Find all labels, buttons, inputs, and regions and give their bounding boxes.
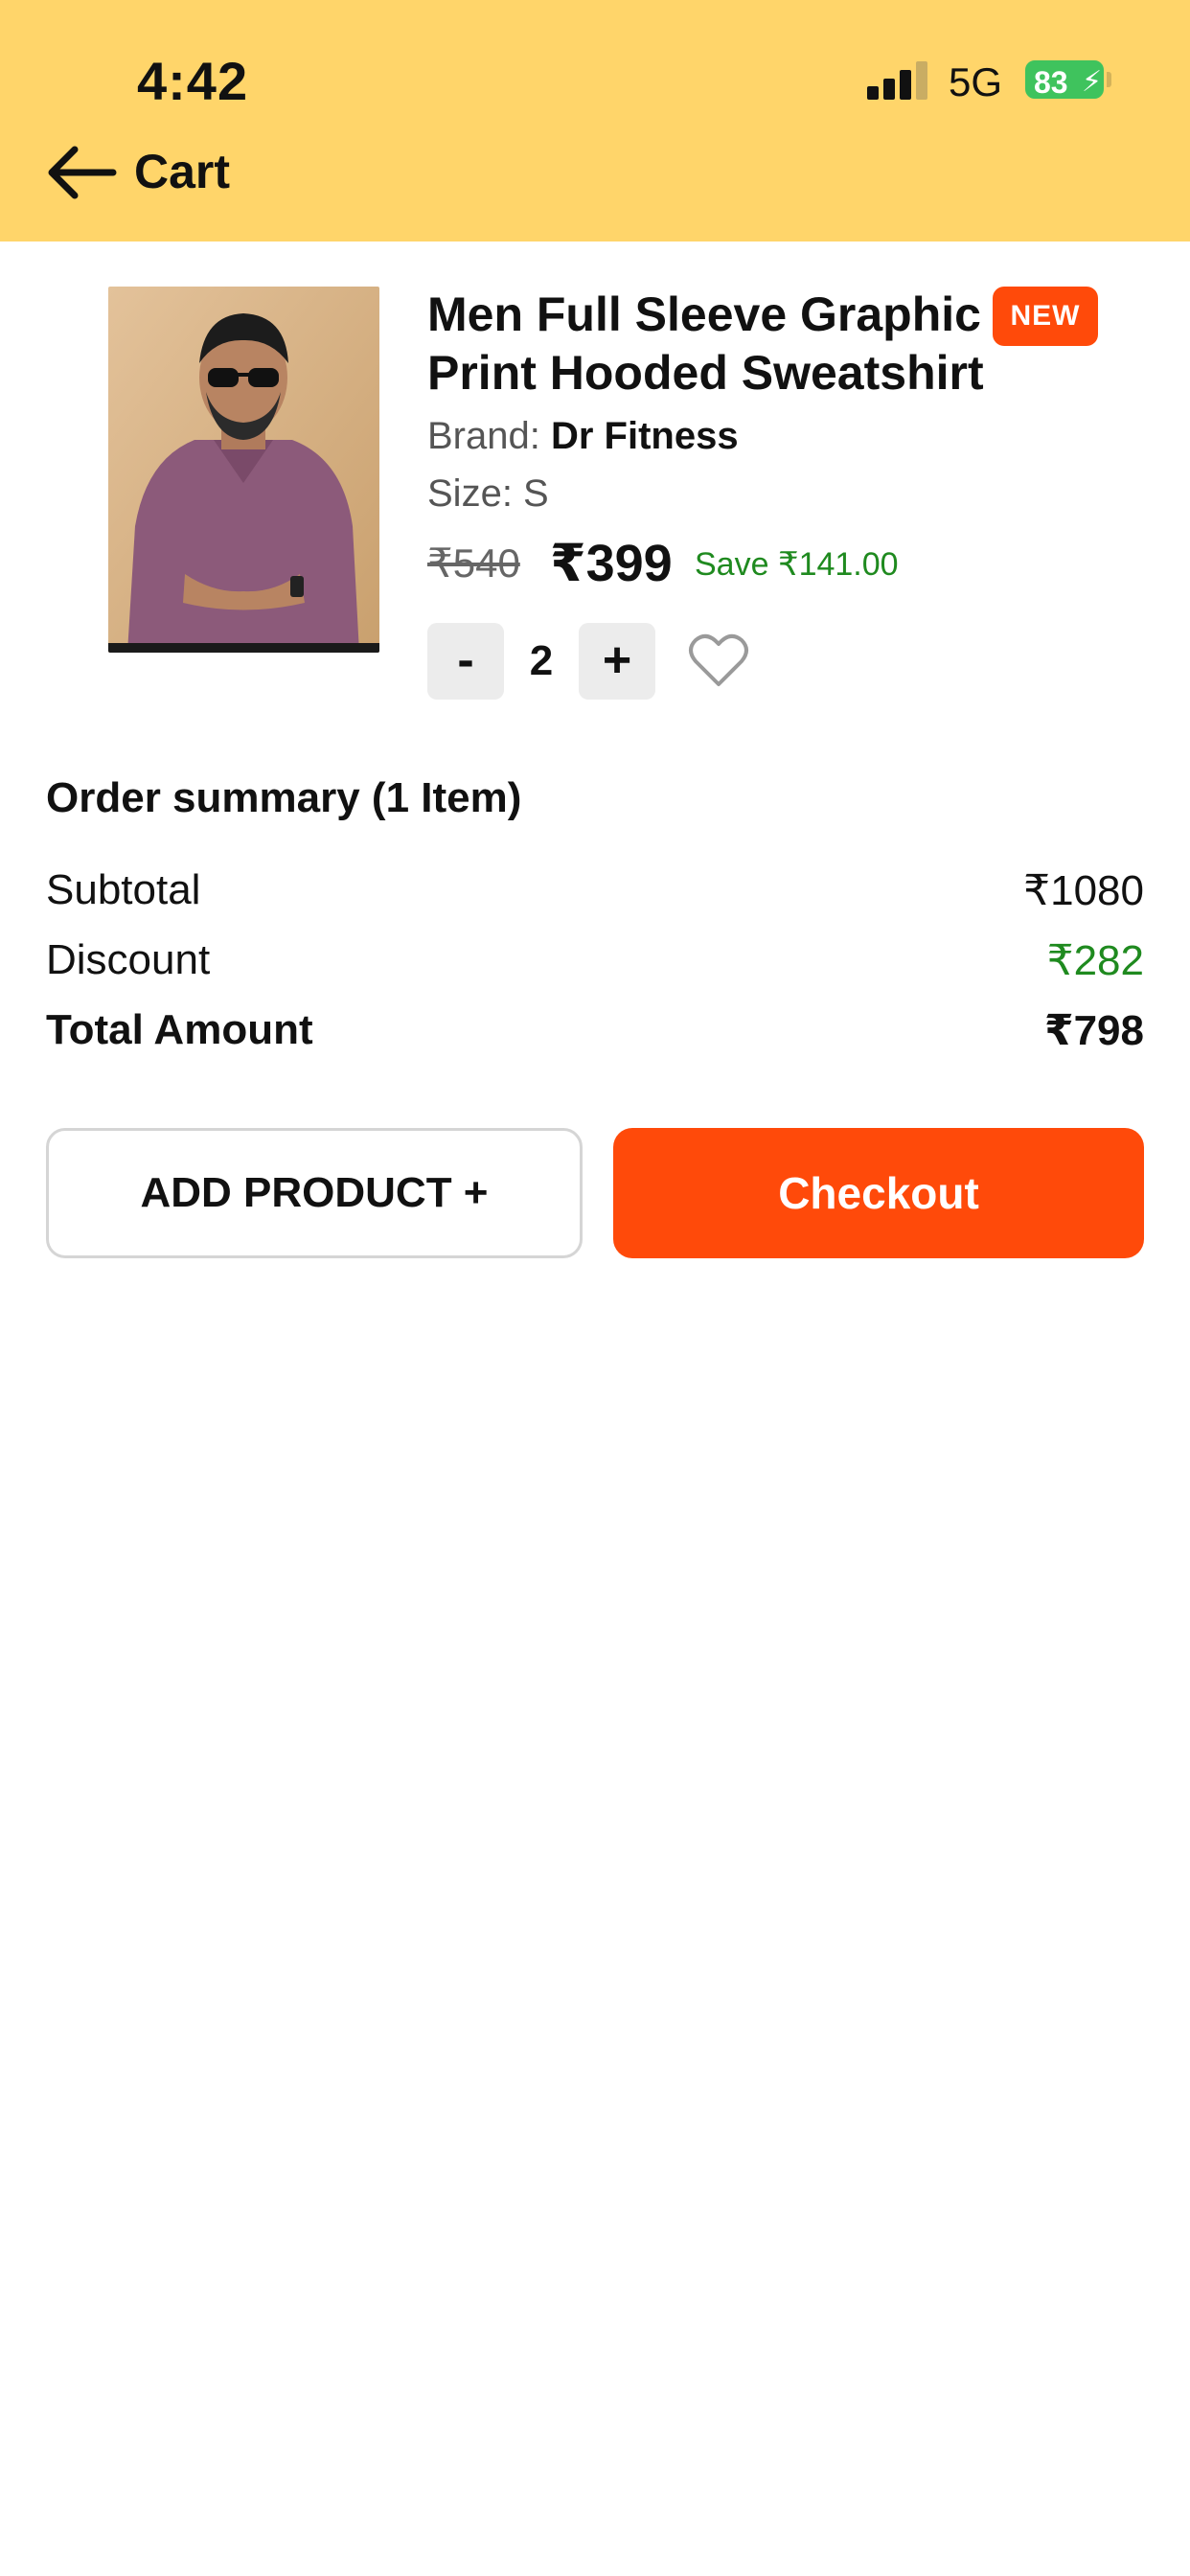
cellular-signal-icon xyxy=(867,59,934,100)
savings-text: Save ₹141.00 xyxy=(695,546,899,583)
total-label: Total Amount xyxy=(46,1006,313,1053)
discount-row: Discount ₹282 xyxy=(46,936,1144,990)
sale-price: ₹399 xyxy=(550,535,673,592)
subtotal-label: Subtotal xyxy=(46,866,201,913)
battery-charging-icon: 83 ⚡ xyxy=(1025,60,1104,100)
page-title: Cart xyxy=(134,145,231,198)
brand-name: Dr Fitness xyxy=(550,415,739,457)
quantity-value: 2 xyxy=(529,637,554,684)
arrow-left-icon xyxy=(48,146,117,199)
add-product-button[interactable]: ADD PRODUCT + xyxy=(46,1128,583,1258)
product-photo xyxy=(108,287,379,653)
product-image[interactable] xyxy=(108,287,379,653)
discount-value: ₹282 xyxy=(1046,937,1144,984)
heart-outline-icon xyxy=(689,633,748,686)
network-type: 5G xyxy=(949,59,1003,104)
decrease-quantity-button[interactable]: - xyxy=(427,623,504,700)
checkout-button[interactable]: Checkout xyxy=(613,1128,1144,1258)
charging-bolt-icon: ⚡ xyxy=(1082,66,1103,98)
back-button[interactable] xyxy=(42,142,119,203)
total-value: ₹798 xyxy=(1043,1007,1144,1054)
original-price: ₹540 xyxy=(427,540,520,586)
brand-row: Brand: Dr Fitness xyxy=(427,415,739,458)
increase-quantity-button[interactable]: + xyxy=(579,623,655,700)
subtotal-value: ₹1080 xyxy=(1023,867,1144,914)
app-header: 4:42 5G 83 ⚡ Cart xyxy=(0,0,1190,242)
new-badge: NEW xyxy=(993,287,1098,346)
brand-label: Brand: xyxy=(427,415,540,457)
product-title[interactable]: Men Full Sleeve Graphic Print Hooded Swe… xyxy=(427,286,1002,402)
total-row: Total Amount ₹798 xyxy=(46,1006,1144,1060)
subtotal-row: Subtotal ₹1080 xyxy=(46,866,1144,920)
discount-label: Discount xyxy=(46,936,211,983)
status-time: 4:42 xyxy=(137,51,249,111)
battery-level: 83 xyxy=(1034,65,1068,100)
order-summary-title: Order summary (1 Item) xyxy=(46,774,522,821)
battery-cap xyxy=(1107,72,1111,87)
size-info: Size: S xyxy=(427,472,549,515)
wishlist-button[interactable] xyxy=(688,632,749,688)
